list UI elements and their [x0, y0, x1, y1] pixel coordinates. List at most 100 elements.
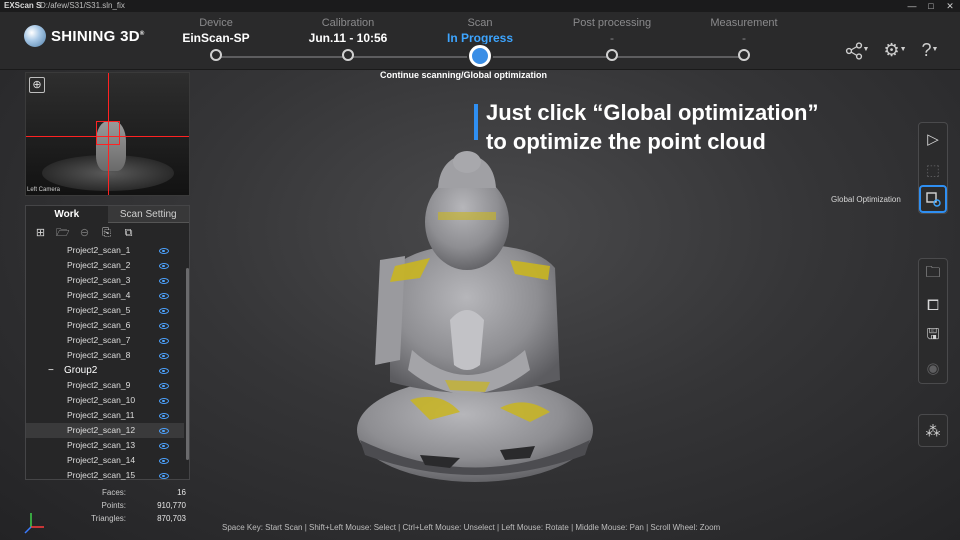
stat-key: Triangles: [91, 514, 126, 523]
scan-row[interactable]: Project2_scan_5 [26, 303, 184, 318]
visibility-eye-icon[interactable] [159, 473, 169, 479]
scan-row[interactable]: Project2_scan_11 [26, 408, 184, 423]
scanned-buddha-model[interactable] [350, 150, 600, 495]
gear-icon[interactable]: ⚙▼ [881, 38, 909, 62]
scan-row[interactable]: Project2_scan_14 [26, 453, 184, 468]
tab-scan-setting[interactable]: Scan Setting [107, 206, 189, 223]
group-row[interactable]: − Group2 [26, 363, 184, 378]
play-icon[interactable]: ▷ [919, 123, 947, 154]
select-region-icon[interactable]: ⬚ [919, 154, 947, 185]
step-dot [210, 49, 222, 61]
visibility-eye-icon[interactable] [159, 338, 169, 344]
file-toolbar: 🗀 ⧠ 🖫 ◉ [918, 258, 948, 384]
scan-row[interactable]: Project2_scan_13 [26, 438, 184, 453]
eye-icon[interactable]: ◉ [919, 352, 947, 383]
stat-key: Points: [101, 501, 126, 510]
visibility-eye-icon[interactable] [159, 458, 169, 464]
visibility-eye-icon[interactable] [159, 398, 169, 404]
add-project-icon[interactable]: ⊞ [34, 227, 47, 240]
save-icon[interactable]: 🖫 [919, 321, 947, 352]
step-device[interactable]: Device EinScan-SP [156, 16, 276, 61]
visibility-eye-icon[interactable] [159, 278, 169, 284]
step-post-processing[interactable]: Post processing - [552, 16, 672, 61]
step-calibration[interactable]: Calibration Jun.11 - 10:56 [288, 16, 408, 61]
camera-preview[interactable]: ⊕ Left Camera [25, 72, 190, 196]
help-icon[interactable]: ?▼ [916, 38, 944, 62]
scan-control-toolbar: ▷ ⬚ [918, 122, 948, 214]
step-dot [606, 49, 618, 61]
focus-box [96, 121, 120, 145]
share-icon[interactable]: ▼ [843, 38, 871, 62]
scan-row[interactable]: Project2_scan_2 [26, 258, 184, 273]
visibility-eye-icon[interactable] [159, 413, 169, 419]
cloud-icon[interactable]: ⁂ [919, 415, 947, 446]
visibility-eye-icon[interactable] [159, 293, 169, 299]
visibility-eye-icon[interactable] [159, 368, 169, 374]
visibility-eye-icon[interactable] [159, 383, 169, 389]
visibility-eye-icon[interactable] [159, 308, 169, 314]
maximize-button[interactable]: □ [924, 0, 938, 12]
step-label: Scan [467, 17, 493, 29]
stat-row: Faces: 16 [25, 486, 190, 499]
visibility-eye-icon[interactable] [159, 428, 169, 434]
zoom-icon[interactable]: ⊕ [29, 77, 45, 93]
scan-list-scrollbar[interactable] [186, 268, 189, 460]
step-value: In Progress [446, 31, 514, 45]
work-panel: Work Scan Setting ⊞ 🗁 ⊖ ⎘ ⧉ Project2_sca… [25, 205, 190, 480]
step-value: - [610, 31, 614, 45]
scan-row[interactable]: Project2_scan_12 [26, 423, 184, 438]
scan-row[interactable]: Project2_scan_3 [26, 273, 184, 288]
step-scan[interactable]: Scan In Progress [420, 16, 540, 67]
global-optimization-tooltip: Global Optimization [831, 195, 901, 204]
merge-icon[interactable]: ⧉ [122, 227, 135, 240]
stat-value: 870,703 [157, 514, 186, 523]
step-subtitle: Continue scanning/Global optimization [380, 70, 547, 80]
remove-icon[interactable]: ⊖ [78, 227, 91, 240]
tab-work[interactable]: Work [26, 206, 108, 223]
scan-row[interactable]: Project2_scan_15 [26, 468, 184, 483]
view-toolbar: ⁂ [918, 414, 948, 447]
axis-gizmo-icon [24, 513, 44, 534]
scan-row[interactable]: Project2_scan_9 [26, 378, 184, 393]
scan-name: Project2_scan_15 [67, 470, 136, 480]
folder-icon[interactable]: 🗀 [919, 259, 947, 290]
scan-row[interactable]: Project2_scan_8 [26, 348, 184, 363]
minimize-button[interactable]: — [905, 0, 919, 12]
instruction-line-2: to optimize the point cloud [486, 129, 766, 154]
instruction-accent-bar [474, 104, 478, 140]
open-folder-icon[interactable]: 🗁 [56, 227, 70, 240]
step-dot [342, 49, 354, 61]
status-hints: Space Key: Start Scan | Shift+Left Mouse… [222, 523, 721, 532]
step-measurement[interactable]: Measurement - [684, 16, 804, 61]
collapse-icon[interactable]: − [48, 363, 64, 378]
scan-name: Project2_scan_8 [67, 350, 131, 360]
scan-name: Project2_scan_5 [67, 305, 131, 315]
visibility-eye-icon[interactable] [159, 323, 169, 329]
panel-tabs: Work Scan Setting [26, 206, 189, 223]
work-toolbar: ⊞ 🗁 ⊖ ⎘ ⧉ [26, 223, 189, 243]
step-dot-active [469, 45, 491, 67]
visibility-eye-icon[interactable] [159, 248, 169, 254]
model-stats: Faces: 16 Points: 910,770 Triangles: 870,703 [25, 486, 190, 525]
scan-row[interactable]: Project2_scan_1 [26, 243, 184, 258]
scan-row[interactable]: Project2_scan_4 [26, 288, 184, 303]
new-group-icon[interactable]: ⎘ [100, 227, 113, 240]
puzzle-icon[interactable]: ⧠ [919, 290, 947, 321]
visibility-eye-icon[interactable] [159, 353, 169, 359]
stat-key: Faces: [101, 488, 126, 497]
scan-name: Project2_scan_4 [67, 290, 131, 300]
scan-name: Project2_scan_3 [67, 275, 131, 285]
scan-name: Project2_scan_7 [67, 335, 131, 345]
scan-row[interactable]: Project2_scan_10 [26, 393, 184, 408]
visibility-eye-icon[interactable] [159, 443, 169, 449]
scan-name: Project2_scan_11 [67, 410, 135, 420]
step-label: Measurement [710, 17, 778, 29]
step-value: Jun.11 - 10:56 [308, 31, 388, 45]
scan-row[interactable]: Project2_scan_6 [26, 318, 184, 333]
workflow-header: SHINING 3D® Device EinScan-SP Calibratio… [0, 12, 960, 70]
close-button[interactable]: ✕ [943, 0, 957, 12]
scan-row[interactable]: Project2_scan_7 [26, 333, 184, 348]
global-optimization-icon[interactable] [919, 185, 947, 213]
scan-name: Project2_scan_1 [67, 245, 131, 255]
visibility-eye-icon[interactable] [159, 263, 169, 269]
